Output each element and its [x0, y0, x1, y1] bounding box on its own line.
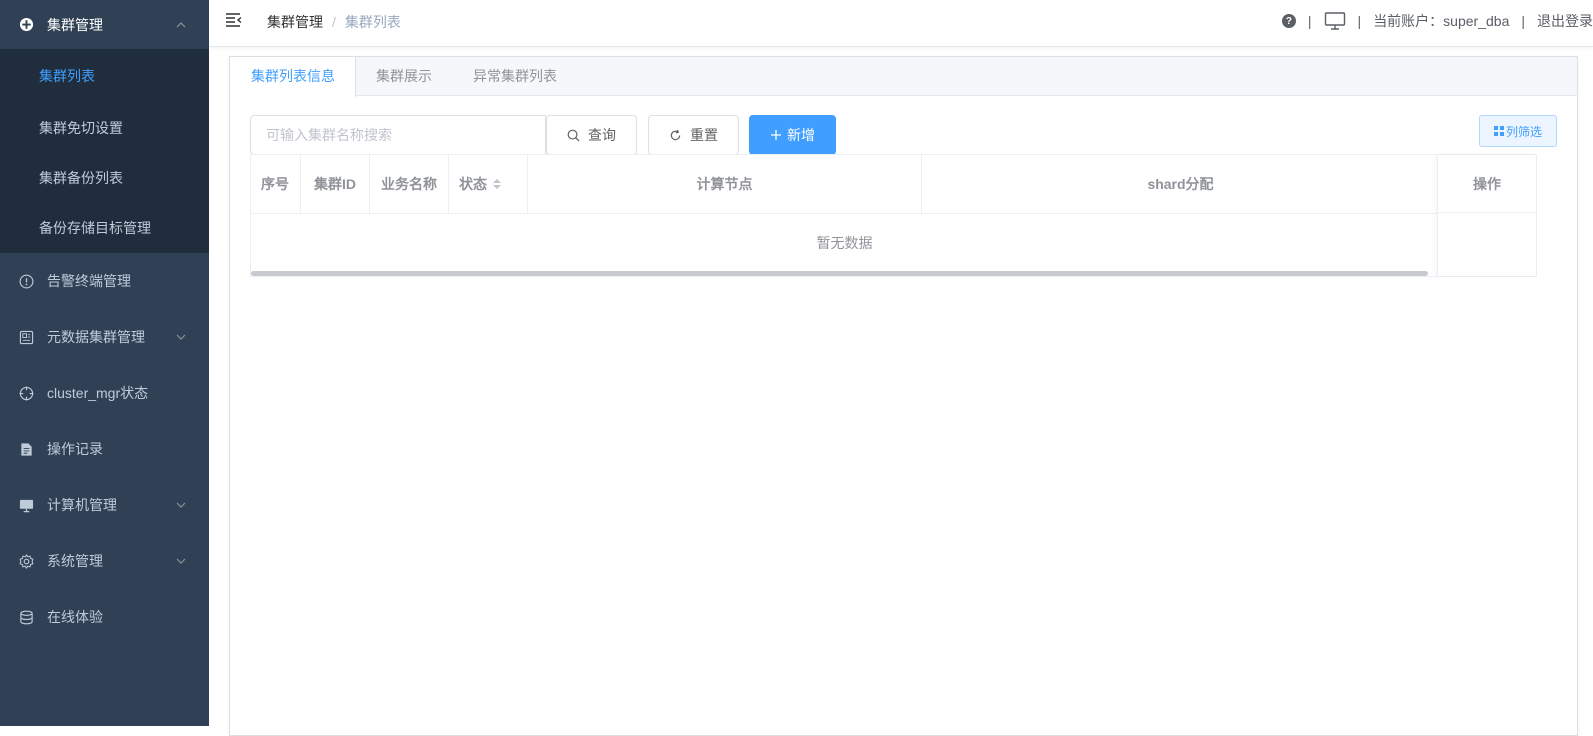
menu-cluster-mgr-status[interactable]: cluster_mgr状态	[0, 365, 209, 421]
menu-label: 操作记录	[47, 441, 103, 457]
menu-computer-management[interactable]: 计算机管理	[0, 477, 209, 533]
chevron-down-icon	[175, 331, 187, 343]
submenu-item-cluster-list[interactable]: 集群列表	[0, 49, 209, 103]
help-icon[interactable]: ?	[1281, 14, 1296, 28]
submenu-item-label: 集群备份列表	[39, 170, 123, 186]
breadcrumb-item-cluster-list: 集群列表	[344, 14, 401, 30]
cluster-table: 序号 集群ID 业务名称 状态 计算节点 shard分配 暂无数据 操作	[250, 154, 1537, 277]
breadcrumb-separator: /	[332, 14, 336, 30]
query-button-label: 查询	[588, 127, 616, 143]
column-filter-button[interactable]: 列筛选	[1479, 115, 1557, 147]
header-separator: |	[1357, 13, 1362, 29]
menu-label: 在线体验	[47, 609, 103, 625]
menu-system-management[interactable]: 系统管理	[0, 533, 209, 589]
chevron-up-icon	[175, 19, 187, 31]
grid-icon	[1493, 126, 1504, 136]
search-input[interactable]	[250, 115, 546, 155]
database-icon	[18, 609, 34, 625]
tabs-header: 集群列表信息 集群展示 异常集群列表	[230, 57, 1577, 97]
breadcrumb-item-cluster-management[interactable]: 集群管理	[267, 12, 323, 32]
menu-label: 计算机管理	[47, 497, 117, 513]
document-icon	[18, 441, 34, 457]
column-header-cluster-id: 集群ID	[301, 155, 370, 213]
gear-icon	[18, 553, 34, 569]
menu-label: cluster_mgr状态	[47, 385, 149, 401]
header-bar: 集群管理 / 集群列表 ? | | 当前账户：super_dba | 退出登录	[209, 0, 1593, 47]
logout-link[interactable]: 退出登录	[1537, 11, 1593, 31]
breadcrumb: 集群管理 / 集群列表	[267, 12, 401, 32]
chevron-down-icon	[175, 555, 187, 567]
column-filter-label: 列筛选	[1505, 124, 1542, 139]
reset-button[interactable]: 重置	[648, 115, 739, 155]
submenu-item-cluster-switch-free[interactable]: 集群免切设置	[0, 103, 209, 153]
fixed-operation-column: 操作	[1437, 155, 1536, 276]
current-account: 当前账户：super_dba	[1373, 13, 1510, 29]
main-card: 集群列表信息 集群展示 异常集群列表 查询 重置 新增 列	[229, 56, 1578, 736]
refresh-icon	[669, 129, 682, 142]
menu-alert-terminal[interactable]: 告警终端管理	[0, 253, 209, 309]
header-separator: |	[1521, 13, 1525, 29]
column-header-index: 序号	[251, 155, 301, 213]
submenu-item-label: 备份存储目标管理	[39, 220, 151, 236]
menu-online-trial[interactable]: 在线体验	[0, 589, 209, 645]
column-header-business-name: 业务名称	[370, 155, 449, 213]
header-separator: |	[1307, 13, 1312, 29]
alert-circle-icon	[18, 273, 34, 289]
submenu-item-label: 集群列表	[39, 68, 95, 84]
column-header-status[interactable]: 状态	[449, 155, 528, 213]
column-header-status-label: 状态	[459, 176, 487, 192]
column-header-shard-allocation: shard分配	[1147, 176, 1214, 192]
menu-label: 告警终端管理	[47, 273, 131, 289]
submenu-cluster: 集群列表 集群免切设置 集群备份列表 备份存储目标管理	[0, 49, 209, 253]
add-button[interactable]: 新增	[749, 115, 836, 155]
submenu-item-backup-storage[interactable]: 备份存储目标管理	[0, 203, 209, 253]
menu-label: 系统管理	[47, 553, 103, 569]
empty-placeholder: 暂无数据	[816, 235, 873, 251]
submenu-item-cluster-backup-list[interactable]: 集群备份列表	[0, 153, 209, 203]
toolbar: 查询 重置 新增 列筛选	[250, 115, 1557, 155]
reset-button-label: 重置	[690, 127, 718, 143]
submenu-item-label: 集群免切设置	[39, 120, 123, 136]
tab-cluster-display[interactable]: 集群展示	[356, 57, 453, 96]
menu-cluster-management-label: 集群管理	[47, 16, 103, 33]
menu-label: 元数据集群管理	[47, 329, 145, 345]
tab-cluster-list-info[interactable]: 集群列表信息	[230, 57, 356, 97]
column-header-compute-nodes: 计算节点	[528, 155, 922, 213]
add-button-label: 新增	[787, 127, 815, 143]
chevron-down-icon	[175, 499, 187, 511]
cluster-icon	[18, 17, 34, 33]
search-icon	[567, 129, 580, 142]
computer-icon	[18, 497, 34, 513]
metadata-icon	[18, 329, 34, 345]
table-header: 序号 集群ID 业务名称 状态 计算节点 shard分配	[251, 155, 1536, 214]
tab-abnormal-cluster-list[interactable]: 异常集群列表	[453, 57, 578, 96]
horizontal-scrollbar[interactable]	[251, 271, 1428, 276]
column-header-operation: 操作	[1438, 155, 1536, 213]
sort-caret-icon[interactable]	[493, 179, 501, 189]
crosshair-icon	[18, 385, 34, 401]
header-right-menu: ? | | 当前账户：super_dba | 退出登录	[1281, 0, 1593, 42]
hamburger-icon[interactable]	[225, 11, 243, 29]
menu-metadata-cluster[interactable]: 元数据集群管理	[0, 309, 209, 365]
sidebar: 集群管理 集群列表 集群免切设置 集群备份列表 备份存储目标管理 告警终端管理 …	[0, 0, 209, 726]
menu-cluster-management[interactable]: 集群管理	[0, 0, 209, 49]
plus-icon	[770, 129, 782, 141]
monitor-icon[interactable]	[1324, 12, 1346, 30]
menu-operation-log[interactable]: 操作记录	[0, 421, 209, 477]
query-button[interactable]: 查询	[546, 115, 637, 155]
